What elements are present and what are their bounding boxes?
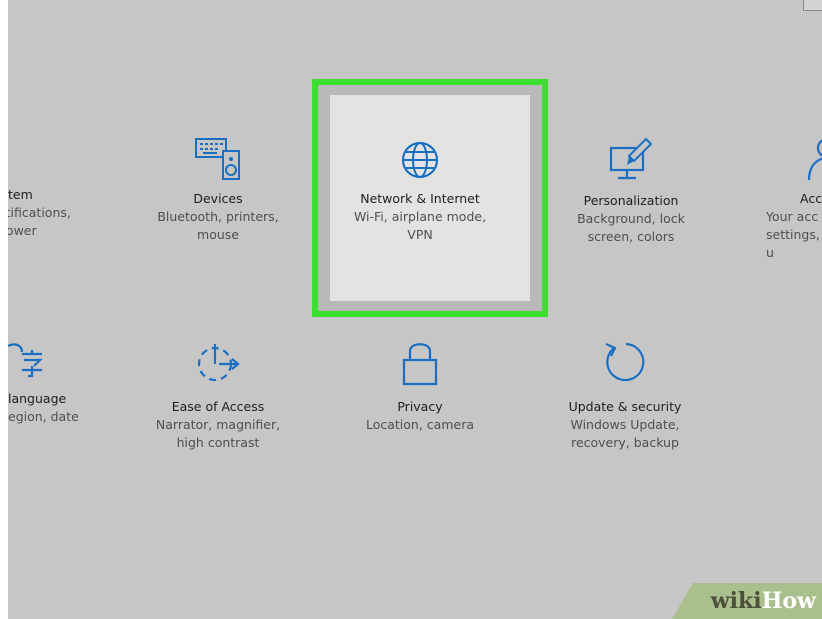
- language-character-icon: [8, 343, 43, 378]
- wikihow-watermark: wikiHow: [672, 583, 822, 619]
- ease-of-access-icon: [197, 344, 240, 382]
- tile-network-internet[interactable]: Network & Internet Wi-Fi, airplane mode,…: [325, 138, 515, 244]
- tile-description: Wi-Fi, airplane mode, VPN: [353, 209, 487, 242]
- tile-privacy[interactable]: Privacy Location, camera: [325, 338, 515, 434]
- tile-title: Update & security: [568, 399, 682, 414]
- tile-description: Windows Update, recovery, backup: [570, 417, 680, 450]
- person-icon: [807, 139, 822, 181]
- tile-personalization[interactable]: Personalization Background, lock screen,…: [536, 136, 726, 246]
- tile-devices[interactable]: Devices Bluetooth, printers, mouse: [123, 136, 313, 244]
- monitor-brush-icon: [609, 137, 653, 180]
- tile-ease-of-access[interactable]: Ease of Access Narrator, magnifier, high…: [123, 338, 313, 452]
- tile-description: Bluetooth, printers, mouse: [157, 209, 279, 242]
- refresh-arrow-icon: [605, 342, 645, 382]
- tile-system[interactable]: tem otifications, power: [8, 138, 88, 240]
- tile-title: tem: [8, 187, 33, 202]
- tile-accounts[interactable]: Acc Your acc settings, u: [748, 136, 822, 262]
- globe-icon: [401, 141, 439, 179]
- tile-title: Privacy: [397, 399, 443, 414]
- tile-description: Narrator, magnifier, high contrast: [155, 417, 281, 450]
- watermark-wiki: wiki: [710, 588, 762, 614]
- tile-description: Your acc settings, u: [766, 209, 820, 260]
- tile-time-language[interactable]: language egion, date: [8, 338, 118, 426]
- tile-description: egion, date: [8, 409, 79, 424]
- laptop-icon: [8, 138, 18, 178]
- tile-title: language: [8, 391, 67, 406]
- padlock-icon: [402, 343, 438, 386]
- tile-title: Ease of Access: [171, 399, 265, 414]
- settings-home-grid: tem otifications, power Devices Bluetoot…: [8, 0, 822, 619]
- tile-description: Location, camera: [365, 417, 474, 432]
- watermark-how: How: [761, 588, 816, 614]
- tile-description: otifications, power: [8, 205, 71, 238]
- tile-title: Personalization: [583, 193, 679, 208]
- tile-title: Network & Internet: [360, 191, 480, 206]
- tile-update-security[interactable]: Update & security Windows Update, recove…: [530, 338, 720, 452]
- tile-description: Background, lock screen, colors: [577, 211, 685, 244]
- window-corner: [803, 0, 822, 11]
- tile-title: Acc: [800, 191, 822, 206]
- keyboard-speaker-icon: [195, 138, 240, 180]
- tile-title: Devices: [193, 191, 243, 206]
